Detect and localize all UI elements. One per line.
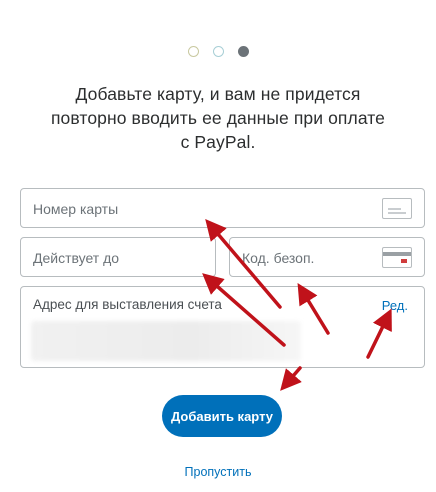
step-dot-1 <box>187 46 199 57</box>
step-dot-2 <box>212 46 224 57</box>
card-icon <box>382 198 412 219</box>
intro-line-1: Добавьте карту, и вам не придется <box>75 84 361 104</box>
intro-line-3: с PayPal. <box>180 132 256 152</box>
security-code-field[interactable]: Код. безоп. <box>229 237 425 277</box>
add-card-button[interactable]: Добавить карту <box>162 395 282 437</box>
billing-address-label: Адрес для выставления счета <box>33 297 222 312</box>
card-number-field[interactable]: Номер карты <box>20 188 425 228</box>
intro-text: Добавьте карту, и вам не придется повтор… <box>40 82 396 154</box>
card-number-placeholder: Номер карты <box>33 201 119 217</box>
billing-address-value-blurred <box>31 321 301 361</box>
intro-line-2: повторно вводить ее данные при оплате <box>50 108 386 128</box>
expiry-placeholder: Действует до <box>33 250 120 266</box>
edit-address-link[interactable]: Ред. <box>382 298 408 313</box>
security-code-card-icon <box>382 247 412 268</box>
security-code-placeholder: Код. безоп. <box>242 250 315 266</box>
skip-link[interactable]: Пропустить <box>0 465 436 479</box>
billing-address-box: Адрес для выставления счета Ред. <box>20 286 425 368</box>
progress-dots <box>0 46 436 57</box>
step-dot-3-current <box>237 46 249 57</box>
arrow-to-address-bottom <box>280 366 302 391</box>
expiry-date-field[interactable]: Действует до <box>20 237 216 277</box>
